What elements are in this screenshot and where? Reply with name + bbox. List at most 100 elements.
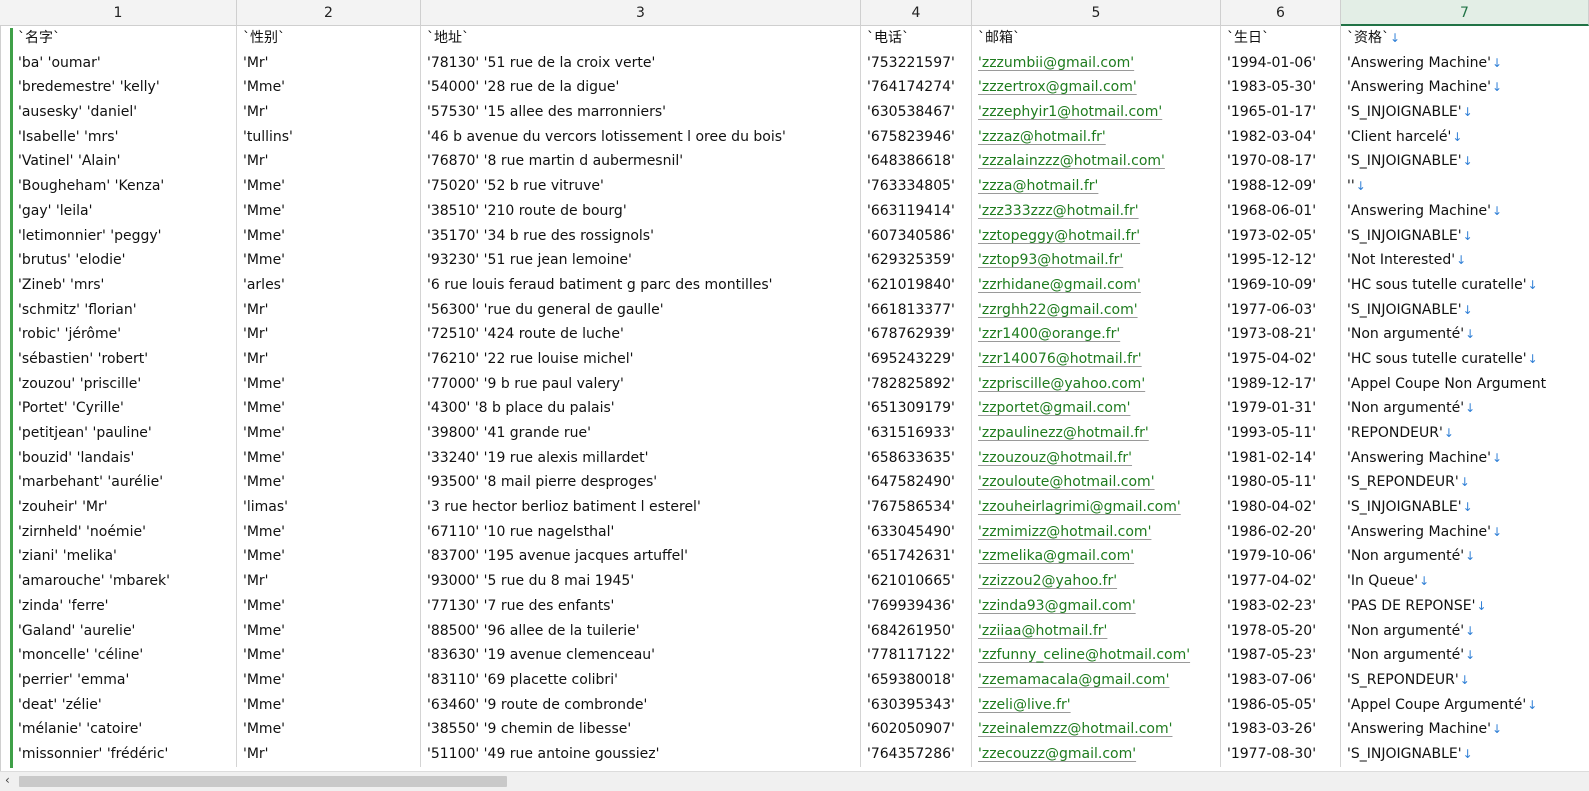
table-cell[interactable]: '63460' '9 route de combronde' — [421, 692, 861, 718]
table-cell[interactable]: '764174274' — [861, 75, 972, 101]
table-cell[interactable]: 'zzouheirlagrimi@gmail.com' — [972, 495, 1221, 520]
table-cell[interactable]: '1979-10-06' — [1221, 544, 1341, 570]
table-cell[interactable]: 'zzr140076@hotmail.fr' — [972, 346, 1221, 372]
table-row[interactable]: 'amarouche' 'mbarek' 'Mr' '93000' '5 rue d… — [0, 569, 1589, 594]
table-cell[interactable]: 'letimonnier' 'peggy' — [0, 223, 237, 249]
table-cell[interactable]: '1983-03-26' — [1221, 717, 1341, 742]
table-cell[interactable]: 'arles' — [237, 272, 421, 298]
column-header-1[interactable]: 1 — [0, 0, 237, 26]
table-cell[interactable]: 'Appel Coupe Non Argument — [1341, 372, 1589, 397]
table-cell[interactable]: 'S_INJOIGNABLE'↓ — [1341, 742, 1589, 767]
table-cell[interactable]: '76870' '8 rue martin d aubermesnil' — [421, 149, 861, 175]
table-cell[interactable]: '1977-04-02' — [1221, 569, 1341, 594]
table-cell[interactable]: 'Mr' — [237, 741, 421, 767]
table-cell[interactable]: 'Non argumenté'↓ — [1341, 619, 1589, 644]
table-row[interactable]: 'Vatinel' 'Alain' 'Mr' '76870' '8 rue mart… — [0, 149, 1589, 175]
table-cell[interactable]: '630538467' — [861, 100, 972, 125]
column-header-5[interactable]: 5 — [972, 0, 1221, 26]
email-link[interactable]: 'zzr140076@hotmail.fr' — [978, 351, 1142, 367]
table-cell[interactable]: '1973-02-05' — [1221, 223, 1341, 249]
table-cell[interactable]: 'HC sous tutelle curatelle'↓ — [1341, 273, 1589, 298]
email-link[interactable]: 'zzrghh22@gmail.com' — [978, 302, 1138, 318]
table-cell[interactable]: '3 rue hector berlioz batiment l esterel… — [421, 495, 861, 520]
table-cell[interactable]: 'zzzertrox@gmail.com' — [972, 75, 1221, 101]
table-cell[interactable]: '769939436' — [861, 593, 972, 619]
table-cell[interactable]: 'zouheir' 'Mr' — [0, 495, 237, 520]
table-cell[interactable]: 'zzeli@live.fr' — [972, 692, 1221, 718]
table-cell[interactable]: '46 b avenue du vercors lotissement l or… — [421, 124, 861, 150]
table-cell[interactable]: 'zzmelika@gmail.com' — [972, 544, 1221, 570]
email-link[interactable]: 'zzmimizz@hotmail.com' — [978, 524, 1151, 540]
table-cell[interactable]: 'bouzid' 'landais' — [0, 445, 237, 471]
email-link[interactable]: 'zzouheirlagrimi@gmail.com' — [978, 499, 1181, 515]
table-cell[interactable]: 'Answering Machine'↓ — [1341, 717, 1589, 742]
table-cell[interactable]: 'Mme' — [237, 593, 421, 619]
table-cell[interactable]: 'zzzalainzzz@hotmail.com' — [972, 149, 1221, 175]
table-cell[interactable]: '782825892' — [861, 371, 972, 397]
table-cell[interactable]: '659380018' — [861, 667, 972, 693]
table-cell[interactable]: 'sébastien' 'robert' — [0, 346, 237, 372]
table-cell[interactable]: '72510' '424 route de luche' — [421, 322, 861, 347]
horizontal-scrollbar[interactable]: ‹ — [0, 771, 1589, 791]
table-cell[interactable]: 'Mme' — [237, 470, 421, 496]
table-cell[interactable]: 'S_INJOIGNABLE'↓ — [1341, 224, 1589, 249]
email-link[interactable]: 'zzeli@live.fr' — [978, 697, 1071, 713]
table-cell[interactable]: '631516933' — [861, 421, 972, 446]
table-cell[interactable]: '633045490' — [861, 519, 972, 545]
table-cell[interactable]: '753221597' — [861, 50, 972, 76]
table-cell[interactable]: 'Mr' — [237, 569, 421, 594]
table-cell[interactable]: 'zzouloute@hotmail.com' — [972, 470, 1221, 496]
email-link[interactable]: 'zzizzou2@yahoo.fr' — [978, 573, 1117, 589]
table-cell[interactable]: '1986-02-20' — [1221, 519, 1341, 545]
table-cell[interactable]: 'zirnheld' 'noémie' — [0, 519, 237, 545]
table-cell[interactable]: 'zzrghh22@gmail.com' — [972, 297, 1221, 323]
table-cell[interactable]: 'zzportet@gmail.com' — [972, 396, 1221, 421]
table-row[interactable]: 'mélanie' 'catoire' 'Mme' '38550' '9 chemi… — [0, 717, 1589, 742]
table-row[interactable]: 'schmitz' 'florian' 'Mr' '56300' 'rue du g… — [0, 297, 1589, 323]
table-cell[interactable]: 'perrier' 'emma' — [0, 667, 237, 693]
table-row[interactable]: 'ausesky' 'daniel' 'Mr' '57530' '15 allee … — [0, 100, 1589, 125]
table-cell[interactable]: '77130' '7 rue des enfants' — [421, 593, 861, 619]
table-row[interactable]: 'missonnier' 'frédéric' 'Mr' '51100' '49 r… — [0, 741, 1589, 767]
table-cell[interactable]: 'bredemestre' 'kelly' — [0, 75, 237, 101]
table-cell[interactable]: '1978-05-20' — [1221, 618, 1341, 644]
table-cell[interactable]: '1989-12-17' — [1221, 371, 1341, 397]
table-cell[interactable]: '695243229' — [861, 346, 972, 372]
table-cell[interactable]: 'Mme' — [237, 75, 421, 101]
email-link[interactable]: 'zzouzouz@hotmail.fr' — [978, 450, 1132, 466]
table-cell[interactable]: 'Answering Machine'↓ — [1341, 75, 1589, 100]
table-row[interactable]: 'zouzou' 'priscille' 'Mme' '77000' '9 b ru… — [0, 371, 1589, 397]
email-link[interactable]: 'zzouloute@hotmail.com' — [978, 474, 1155, 490]
table-cell[interactable]: '648386618' — [861, 149, 972, 175]
table-cell[interactable]: 'amarouche' 'mbarek' — [0, 569, 237, 594]
table-cell[interactable]: 'REPONDEUR'↓ — [1341, 421, 1589, 446]
table-cell[interactable]: 'tullins' — [237, 124, 421, 150]
column-header-2[interactable]: 2 — [237, 0, 421, 26]
table-cell[interactable]: 'petitjean' 'pauline' — [0, 421, 237, 446]
email-link[interactable]: 'zzpriscille@yahoo.com' — [978, 376, 1145, 392]
column-header-6[interactable]: 6 — [1221, 0, 1341, 26]
table-row[interactable]: 'robic' 'jérôme' 'Mr' '72510' '424 route d… — [0, 322, 1589, 347]
table-cell[interactable]: 'zinda' 'ferre' — [0, 593, 237, 619]
table-cell[interactable]: '67110' '10 rue nagelsthal' — [421, 519, 861, 545]
table-cell[interactable]: 'marbehant' 'aurélie' — [0, 470, 237, 496]
table-row[interactable]: 'Isabelle' 'mrs' 'tullins' '46 b avenue du… — [0, 124, 1589, 150]
table-cell[interactable]: '1981-02-14' — [1221, 445, 1341, 471]
table-cell[interactable]: '1977-06-03' — [1221, 297, 1341, 323]
field-name-cell[interactable]: `名字` — [0, 26, 237, 51]
table-cell[interactable]: 'Isabelle' 'mrs' — [0, 124, 237, 150]
table-row[interactable]: 'zinda' 'ferre' 'Mme' '77130' '7 rue des e… — [0, 593, 1589, 619]
table-cell[interactable]: '778117122' — [861, 643, 972, 668]
table-cell[interactable]: 'Mme' — [237, 618, 421, 644]
table-cell[interactable]: 'zzeinalemzz@hotmail.com' — [972, 717, 1221, 742]
table-cell[interactable]: 'Mme' — [237, 519, 421, 545]
email-link[interactable]: 'zzzephyir1@hotmail.com' — [978, 104, 1162, 120]
table-cell[interactable]: 'Answering Machine'↓ — [1341, 446, 1589, 471]
table-cell[interactable]: '1986-05-05' — [1221, 692, 1341, 718]
table-cell[interactable]: 'zzinda93@gmail.com' — [972, 593, 1221, 619]
table-cell[interactable]: 'Mme' — [237, 667, 421, 693]
table-cell[interactable]: 'S_REPONDEUR'↓ — [1341, 470, 1589, 495]
table-cell[interactable]: '1965-01-17' — [1221, 100, 1341, 125]
table-cell[interactable]: '93500' '8 mail pierre desproges' — [421, 470, 861, 496]
email-link[interactable]: 'zzmelika@gmail.com' — [978, 548, 1134, 564]
